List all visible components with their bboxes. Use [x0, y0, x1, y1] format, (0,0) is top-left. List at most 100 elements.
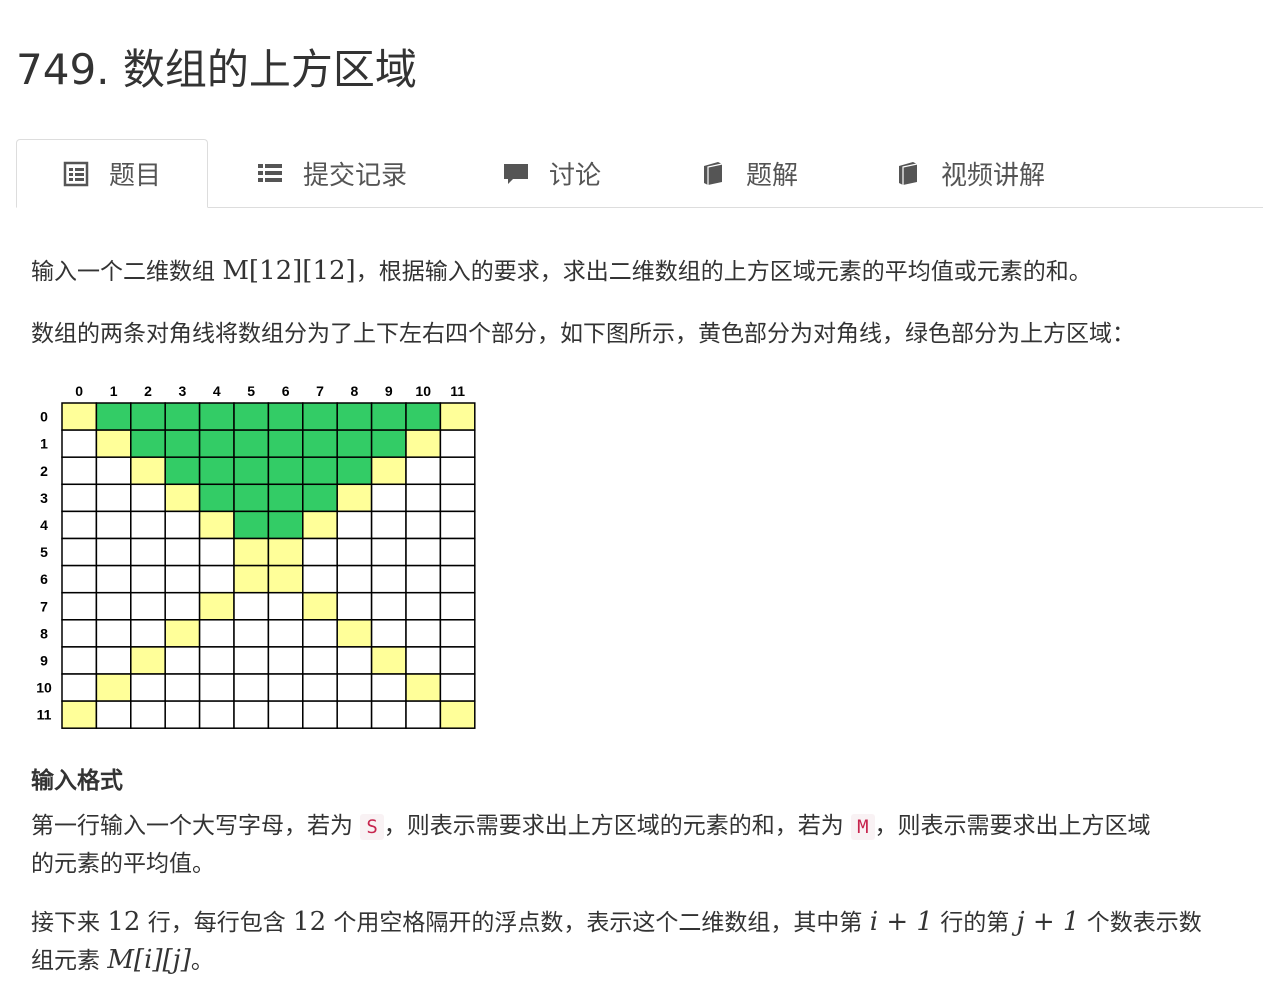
grid-cell	[336, 483, 373, 513]
grid-cell	[267, 700, 304, 729]
book-icon	[700, 160, 726, 186]
grid-cell	[130, 510, 166, 540]
grid-cell	[439, 673, 476, 702]
grid-cell	[405, 673, 442, 702]
grid-cell	[302, 673, 338, 702]
grid-cell	[164, 429, 201, 458]
grid-cell	[370, 402, 407, 431]
column-label: 4	[213, 383, 221, 399]
grid-cell	[61, 700, 98, 729]
row-label: 9	[40, 652, 48, 668]
grid-cell	[61, 456, 98, 486]
grid-cell	[198, 510, 235, 540]
grid-cell	[439, 700, 476, 729]
grid-cell	[439, 646, 476, 675]
grid-cell	[95, 510, 132, 540]
grid-cell	[336, 510, 373, 540]
grid-cell	[370, 483, 407, 513]
grid-cell	[164, 564, 201, 594]
grid-cell	[95, 402, 132, 431]
grid-cell	[233, 700, 270, 729]
grid-cell	[61, 619, 98, 648]
grid-cell	[61, 646, 98, 675]
grid-cell	[164, 619, 201, 648]
grid-cell	[336, 700, 373, 729]
column-label: 1	[110, 383, 118, 399]
row-label: 1	[40, 436, 48, 452]
tab-label: 视频讲解	[941, 160, 1046, 191]
grid-cell	[164, 456, 201, 486]
book-icon	[895, 160, 921, 186]
grid-cell	[198, 591, 235, 621]
grid-cell	[302, 456, 338, 486]
grid-cell	[164, 591, 201, 621]
grid-cell	[405, 700, 442, 729]
grid-cell	[302, 537, 338, 567]
text: 行，每行包含	[140, 910, 294, 936]
row-label: 5	[40, 544, 48, 560]
grid-cell	[130, 646, 166, 675]
text: 行的第	[932, 910, 1017, 936]
description-paragraph-2: 数组的两条对角线将数组分为了上下左右四个部分，如下图所示，黄色部分为对角线，绿色…	[31, 321, 1135, 347]
grid-cell	[439, 564, 476, 594]
math-expression: i + 1	[869, 907, 933, 937]
description-paragraph-1: 输入一个二维数组 M[12][12]，根据输入的要求，求出二维数组的上方区域元素…	[31, 252, 1092, 286]
grid-cell	[130, 673, 166, 702]
grid-cell	[370, 429, 407, 458]
grid-cell	[439, 537, 476, 567]
grid-cell	[439, 510, 476, 540]
grid-cell	[233, 402, 270, 431]
row-label: 0	[40, 409, 48, 425]
grid-cell	[370, 537, 407, 567]
page-title: 749. 数组的上方区域	[16, 45, 417, 94]
grid-cell	[130, 483, 166, 513]
tab-video[interactable]: 视频讲解	[895, 139, 1045, 207]
grid-cell	[336, 402, 373, 431]
math-expression: M[i][j]	[107, 945, 191, 975]
grid-cell	[267, 537, 304, 567]
grid-cell	[198, 564, 235, 594]
grid-cell	[130, 456, 166, 486]
grid-cell	[267, 673, 304, 702]
grid-cell	[61, 483, 98, 513]
column-label: 9	[385, 383, 393, 399]
grid-cell	[405, 402, 442, 431]
grid-cell	[302, 429, 338, 458]
grid-cell	[336, 456, 373, 486]
tab-discussion[interactable]: 讨论	[503, 139, 601, 207]
grid-cell	[302, 483, 338, 513]
grid-cell	[233, 510, 270, 540]
grid-cell	[233, 456, 270, 486]
grid-cell	[439, 483, 476, 513]
grid-cell	[405, 429, 442, 458]
text: 接下来	[31, 910, 108, 936]
text: 输入一个二维数组	[31, 259, 223, 285]
grid-cell	[95, 537, 132, 567]
grid-cell	[302, 564, 338, 594]
grid-cell	[370, 619, 407, 648]
grid-cell	[233, 619, 270, 648]
tab-submissions[interactable]: 提交记录	[257, 139, 407, 207]
grid-cell	[198, 537, 235, 567]
column-label: 7	[316, 383, 324, 399]
row-label: 2	[40, 463, 48, 479]
grid-cell	[164, 402, 201, 431]
grid-cell	[61, 429, 98, 458]
grid-image: 0 1 2 3 4 5 6 7 8 9 10 11 0 1 2 3 4 5 6 7 8 9 10 11	[36, 383, 476, 729]
tab-problem[interactable]: 题目	[16, 139, 208, 208]
grid-cell	[370, 700, 407, 729]
grid-cell	[267, 402, 304, 431]
text: ，根据输入的要求，求出二维数组的上方区域元素的平均值或元素的和。	[355, 259, 1092, 285]
grid-cell	[405, 483, 442, 513]
grid-cell	[267, 646, 304, 675]
grid-cell	[267, 619, 304, 648]
grid-cell	[267, 510, 304, 540]
grid-cell	[336, 646, 373, 675]
text: 。	[190, 948, 214, 974]
grid-cell	[267, 564, 304, 594]
grid-cell	[130, 429, 166, 458]
tab-solutions[interactable]: 题解	[700, 139, 798, 207]
grid-cell	[164, 673, 201, 702]
grid-cell	[370, 591, 407, 621]
input-format-paragraph-1-cont: 的元素的平均值。	[31, 851, 215, 877]
